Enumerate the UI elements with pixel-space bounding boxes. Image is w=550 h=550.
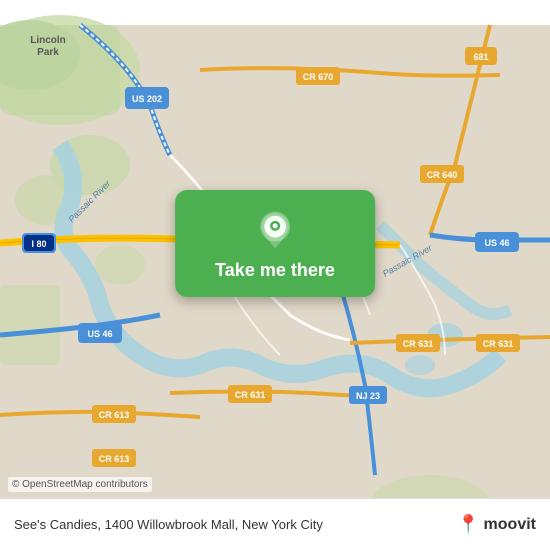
svg-text:US 46: US 46 (87, 329, 112, 339)
svg-text:CR 631: CR 631 (483, 339, 514, 349)
svg-text:681: 681 (473, 52, 488, 62)
svg-text:Lincoln: Lincoln (30, 35, 66, 46)
svg-text:Park: Park (37, 47, 59, 58)
svg-text:CR 613: CR 613 (99, 454, 130, 464)
svg-text:I 80: I 80 (31, 239, 46, 249)
location-pin-icon (255, 210, 295, 250)
svg-text:CR 670: CR 670 (303, 72, 334, 82)
svg-text:US 46: US 46 (484, 238, 509, 248)
svg-text:CR 640: CR 640 (427, 170, 458, 180)
bottom-bar: See's Candies, 1400 Willowbrook Mall, Ne… (0, 498, 550, 550)
svg-text:CR 631: CR 631 (403, 339, 434, 349)
svg-text:CR 613: CR 613 (99, 410, 130, 420)
take-me-there-label: Take me there (215, 260, 335, 281)
take-me-there-button[interactable]: Take me there (175, 190, 375, 297)
svg-text:NJ 23: NJ 23 (356, 391, 380, 401)
svg-text:US 202: US 202 (132, 94, 162, 104)
moovit-logo-text: moovit (484, 516, 536, 534)
moovit-logo: 📍 moovit (457, 514, 536, 535)
copyright-notice: © OpenStreetMap contributors (8, 477, 152, 492)
map-container: US 202 CR 670 681 CR 640 I 80 US 46 US 4… (0, 0, 550, 550)
location-text: See's Candies, 1400 Willowbrook Mall, Ne… (14, 517, 457, 532)
svg-text:CR 631: CR 631 (235, 390, 266, 400)
moovit-pin-icon: 📍 (457, 514, 479, 535)
